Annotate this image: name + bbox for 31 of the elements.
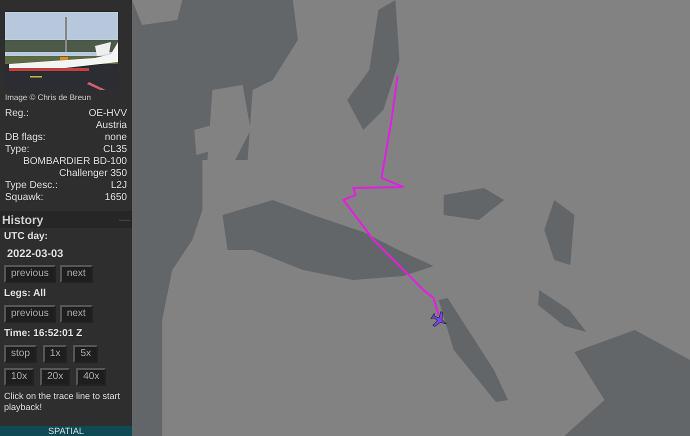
airplane-icon[interactable] — [430, 311, 447, 327]
legs-label: Legs: All — [4, 288, 47, 300]
history-button[interactable]: 10x — [4, 368, 34, 386]
detail-label: Type: — [5, 144, 30, 156]
playback-hint: Click on the trace line to start playback! — [4, 391, 122, 413]
history-button[interactable]: next — [60, 265, 93, 283]
history-button[interactable]: 40x — [76, 368, 106, 386]
history-button[interactable]: next — [60, 305, 93, 323]
utc-day: 2022-03-03 — [4, 248, 128, 260]
detail-label: DB flags: — [5, 132, 46, 144]
detail-value: BOMBARDIER BD-100 Challenger 350 — [22, 156, 127, 180]
detail-label: Reg.: — [5, 108, 29, 120]
history-button[interactable]: previous — [4, 305, 56, 323]
history-button[interactable]: 20x — [40, 368, 70, 386]
detail-label: Type Desc.: — [5, 180, 58, 192]
utc-day-label: UTC day: — [4, 231, 49, 243]
history-button[interactable]: previous — [4, 265, 56, 283]
history-button[interactable]: stop — [4, 345, 37, 363]
time-label: Time: 16:52:01 Z — [4, 328, 84, 340]
detail-value: 1650 — [104, 192, 127, 204]
detail-value: L2J — [110, 180, 127, 192]
image-credit: Image © Chris de Breun — [5, 93, 92, 103]
history-button[interactable]: 5x — [73, 345, 98, 363]
detail-value: Austria — [96, 120, 127, 132]
detail-value: none — [104, 132, 127, 144]
history-button[interactable]: 1x — [42, 345, 68, 363]
history-title: History — [2, 214, 44, 226]
detail-label: Squawk: — [5, 192, 44, 204]
detail-value: OE-HVV — [88, 108, 127, 120]
detail-value: CL35 — [103, 144, 127, 156]
spatial-tab[interactable]: SPATIAL — [0, 426, 132, 436]
